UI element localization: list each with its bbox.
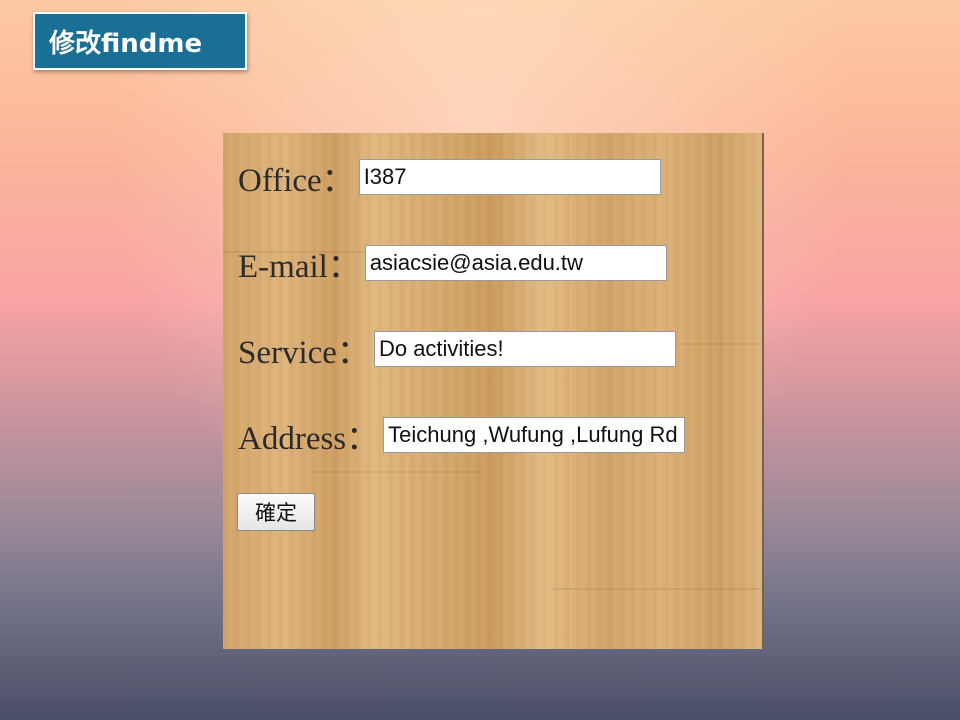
address-label: Address：	[238, 421, 380, 457]
email-label: E-mail：	[238, 249, 361, 285]
wood-seam	[313, 471, 483, 473]
slide-title: 修改findme	[33, 12, 247, 70]
service-row: Service：	[238, 325, 676, 373]
email-row: E-mail：	[238, 239, 667, 287]
address-row: Address：	[238, 411, 686, 459]
office-label: Office：	[238, 163, 355, 199]
confirm-button[interactable]: 確定	[237, 493, 315, 531]
wood-seam	[553, 588, 762, 590]
service-input[interactable]	[373, 331, 676, 367]
service-label: Service：	[238, 335, 370, 371]
email-input[interactable]	[364, 245, 667, 281]
address-input[interactable]	[383, 417, 686, 453]
office-row: Office：	[238, 153, 661, 201]
office-input[interactable]	[358, 159, 661, 195]
findme-edit-form: Office： E-mail： Service： Address： 確定	[223, 133, 764, 649]
